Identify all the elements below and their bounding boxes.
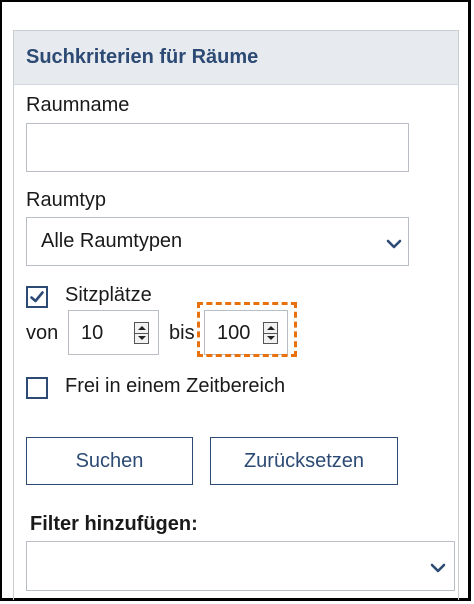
room-name-input[interactable] (26, 123, 409, 172)
chevron-down-icon (386, 239, 402, 249)
panel-title: Suchkriterien für Räume (26, 46, 259, 68)
room-type-label: Raumtyp (26, 189, 107, 211)
spinner-arrows-icon[interactable] (134, 322, 149, 344)
seats-from-label: von (26, 322, 59, 344)
free-time-checkbox[interactable] (26, 377, 48, 399)
reset-button[interactable]: Zurücksetzen (210, 437, 398, 485)
room-name-label: Raumname (26, 94, 130, 116)
room-type-selected: Alle Raumtypen (41, 230, 183, 252)
free-time-label: Frei in einem Zeitbereich (65, 375, 286, 397)
seats-checkbox[interactable] (26, 286, 48, 308)
checkmark-icon (30, 291, 44, 303)
seats-label: Sitzplätze (65, 284, 152, 306)
add-filter-label: Filter hinzufügen: (30, 513, 198, 535)
search-button[interactable]: Suchen (26, 437, 193, 485)
panel-header: Suchkriterien für Räume (14, 31, 458, 85)
seats-from-value: 10 (81, 322, 104, 344)
add-filter-select[interactable] (26, 541, 455, 591)
focus-ring (197, 302, 297, 357)
seats-from-input[interactable]: 10 (68, 310, 159, 355)
room-type-select[interactable]: Alle Raumtypen (26, 217, 409, 266)
chevron-down-icon (430, 563, 446, 573)
spinner-down-icon[interactable] (135, 333, 148, 343)
seats-to-label: bis (169, 322, 195, 344)
